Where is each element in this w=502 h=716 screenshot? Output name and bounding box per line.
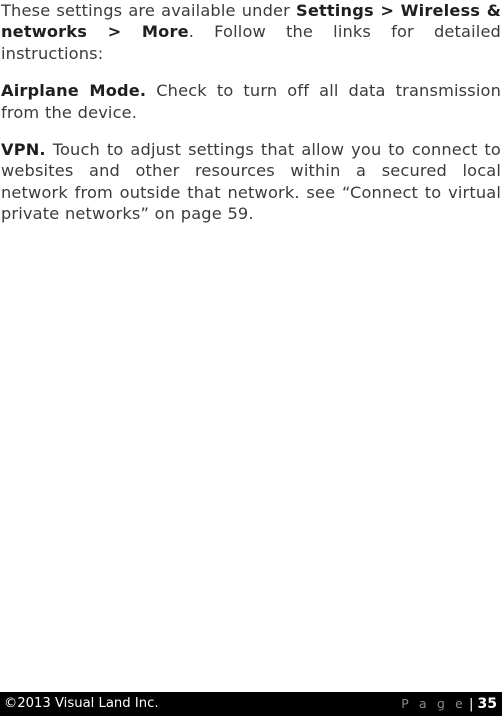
paragraph-airplane-mode: Airplane Mode. Check to turn off all dat…: [1, 80, 501, 123]
vpn-term: VPN.: [1, 140, 46, 160]
footer-page-label: P a g e: [401, 696, 466, 711]
vpn-description: Touch to adjust settings that allow you …: [1, 140, 501, 224]
footer-page-indicator: P a g e | 35: [401, 696, 497, 712]
intro-text-before-bold: These settings are available under: [1, 1, 297, 20]
footer-page-separator: |: [469, 697, 474, 712]
page-body-text: These settings are available under Setti…: [1, 0, 501, 225]
document-page: These settings are available under Setti…: [0, 0, 502, 716]
paragraph-vpn: VPN. Touch to adjust settings that allow…: [1, 139, 501, 225]
footer-page-number: 35: [477, 696, 497, 712]
footer-copyright: ©2013 Visual Land Inc.: [4, 696, 159, 711]
paragraph-intro: These settings are available under Setti…: [1, 0, 501, 64]
page-footer: ©2013 Visual Land Inc. P a g e | 35: [0, 692, 502, 716]
airplane-mode-term: Airplane Mode.: [1, 81, 147, 101]
